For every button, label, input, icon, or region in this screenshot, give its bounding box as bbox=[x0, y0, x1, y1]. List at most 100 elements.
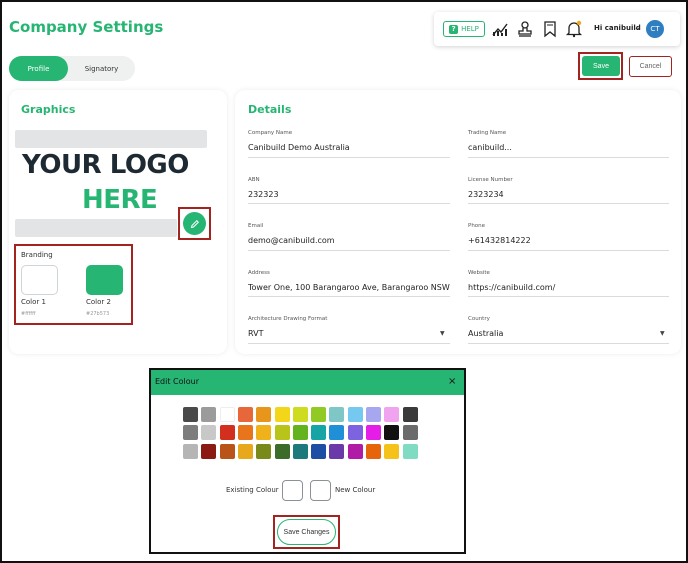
modal-title: Edit Colour bbox=[155, 377, 199, 386]
palette-swatch[interactable] bbox=[366, 443, 381, 459]
stamp-icon[interactable] bbox=[516, 20, 534, 38]
palette-swatch[interactable] bbox=[347, 425, 363, 441]
palette-swatch[interactable] bbox=[219, 425, 235, 441]
palette-swatch[interactable] bbox=[384, 443, 400, 459]
cancel-button[interactable]: Cancel bbox=[629, 56, 672, 77]
palette-swatch[interactable] bbox=[384, 407, 400, 422]
country-dropdown-icon[interactable]: ▼ bbox=[660, 330, 665, 337]
palette-swatch[interactable] bbox=[347, 407, 363, 422]
palette-swatch[interactable] bbox=[183, 425, 198, 441]
trading-name-field[interactable]: canibuild... bbox=[468, 143, 668, 152]
color-1-hex: #ffffff bbox=[21, 311, 36, 317]
license-number-field[interactable]: 2323234 bbox=[468, 190, 668, 199]
existing-colour-swatch bbox=[282, 480, 303, 501]
close-icon[interactable]: × bbox=[448, 376, 456, 387]
license-number-label: License Number bbox=[468, 177, 513, 183]
palette-swatch[interactable] bbox=[183, 407, 198, 422]
help-label: HELP bbox=[461, 25, 479, 33]
phone-label: Phone bbox=[468, 223, 486, 229]
palette-swatch[interactable] bbox=[329, 425, 345, 441]
abn-label: ABN bbox=[248, 177, 260, 183]
details-card bbox=[235, 90, 681, 354]
palette-swatch[interactable] bbox=[237, 407, 253, 422]
email-underline bbox=[248, 250, 450, 251]
architecture-format-select[interactable]: RVT bbox=[248, 329, 428, 338]
palette-swatch[interactable] bbox=[237, 443, 253, 459]
color-2-swatch[interactable] bbox=[86, 265, 123, 295]
architecture-format-dropdown-icon[interactable]: ▼ bbox=[440, 330, 445, 337]
architecture-format-label: Architecture Drawing Format bbox=[248, 316, 328, 322]
country-label: Country bbox=[468, 316, 490, 322]
page-title: Company Settings bbox=[9, 18, 164, 36]
edit-logo-button[interactable] bbox=[183, 212, 206, 235]
new-colour-label: New Colour bbox=[335, 486, 376, 494]
abn-field[interactable]: 232323 bbox=[248, 190, 448, 199]
palette-swatch[interactable] bbox=[384, 425, 400, 441]
palette-swatch[interactable] bbox=[311, 443, 327, 459]
bell-icon[interactable] bbox=[565, 20, 583, 38]
help-icon: ? bbox=[449, 24, 459, 34]
branding-label: Branding bbox=[21, 251, 53, 259]
color-1-swatch[interactable] bbox=[21, 265, 58, 295]
palette-swatch[interactable] bbox=[366, 425, 381, 441]
email-label: Email bbox=[248, 223, 264, 229]
palette-swatch[interactable] bbox=[311, 425, 327, 441]
palette-swatch[interactable] bbox=[292, 443, 308, 459]
tab-signatory[interactable]: Signatory bbox=[68, 56, 135, 81]
color-2-label: Color 2 bbox=[86, 298, 111, 306]
palette-swatch[interactable] bbox=[201, 443, 217, 459]
palette-swatch[interactable] bbox=[237, 425, 253, 441]
avatar[interactable]: CT bbox=[646, 20, 664, 38]
website-label: Website bbox=[468, 270, 490, 276]
address-underline bbox=[248, 296, 450, 297]
palette-swatch[interactable] bbox=[292, 407, 308, 422]
logo-placeholder-line1: YOUR LOGO bbox=[22, 150, 189, 180]
palette-swatch[interactable] bbox=[292, 425, 308, 441]
palette-swatch[interactable] bbox=[183, 443, 198, 459]
pencil-icon bbox=[190, 219, 199, 228]
company-name-underline bbox=[248, 157, 450, 158]
modal-header: Edit Colour × bbox=[151, 370, 464, 395]
palette-swatch[interactable] bbox=[402, 443, 418, 459]
save-button[interactable]: Save bbox=[582, 56, 620, 76]
palette-swatch[interactable] bbox=[256, 425, 272, 441]
palette-swatch[interactable] bbox=[402, 407, 418, 422]
trading-name-label: Trading Name bbox=[468, 130, 507, 136]
abn-underline bbox=[248, 203, 450, 204]
company-name-field[interactable]: Canibuild Demo Australia bbox=[248, 143, 448, 152]
address-field[interactable]: Tower One, 100 Barangaroo Ave, Barangaro… bbox=[248, 283, 450, 292]
palette-swatch[interactable] bbox=[329, 443, 345, 459]
license-number-underline bbox=[468, 203, 669, 204]
chart-icon[interactable] bbox=[491, 20, 509, 38]
palette-swatch[interactable] bbox=[402, 425, 418, 441]
palette-swatch[interactable] bbox=[256, 407, 272, 422]
palette-swatch[interactable] bbox=[274, 443, 290, 459]
graphics-title: Graphics bbox=[21, 103, 76, 116]
palette-swatch[interactable] bbox=[219, 443, 235, 459]
palette-swatch[interactable] bbox=[311, 407, 327, 422]
palette-swatch[interactable] bbox=[219, 407, 235, 422]
new-colour-swatch bbox=[310, 480, 331, 501]
palette-swatch[interactable] bbox=[329, 407, 345, 422]
phone-field[interactable]: +61432814222 bbox=[468, 236, 668, 245]
palette-swatch[interactable] bbox=[274, 407, 290, 422]
website-underline bbox=[468, 296, 669, 297]
phone-underline bbox=[468, 250, 669, 251]
existing-colour-label: Existing Colour bbox=[226, 486, 279, 494]
palette-swatch[interactable] bbox=[347, 443, 363, 459]
help-button[interactable]: ? HELP bbox=[443, 21, 485, 37]
palette-swatch[interactable] bbox=[201, 425, 217, 441]
palette-swatch[interactable] bbox=[274, 425, 290, 441]
trading-name-underline bbox=[468, 157, 669, 158]
screenshot-frame: Company Settings ? HELP Hi canibuild ⌄ C… bbox=[0, 0, 688, 563]
website-field[interactable]: https://canibuild.com/ bbox=[468, 283, 668, 292]
save-changes-button[interactable]: Save Changes bbox=[277, 519, 336, 545]
chevron-down-icon[interactable]: ⌄ bbox=[634, 23, 641, 32]
country-select[interactable]: Australia bbox=[468, 329, 648, 338]
palette-swatch[interactable] bbox=[256, 443, 272, 459]
palette-swatch[interactable] bbox=[201, 407, 217, 422]
palette-swatch[interactable] bbox=[366, 407, 381, 422]
bookmark-icon[interactable] bbox=[541, 20, 559, 38]
tab-profile[interactable]: Profile bbox=[9, 56, 68, 81]
email-field[interactable]: demo@canibuild.com bbox=[248, 236, 448, 245]
